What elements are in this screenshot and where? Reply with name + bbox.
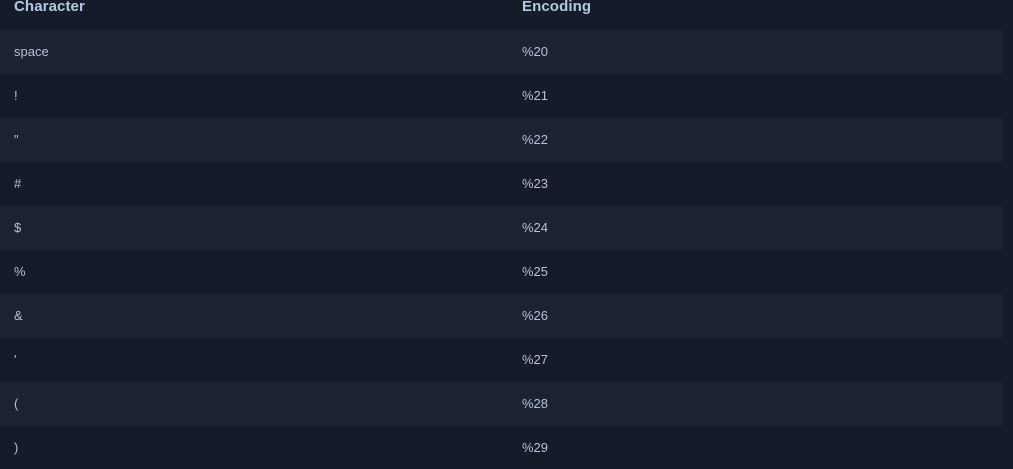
encoding-cell: %27 — [522, 352, 549, 367]
encoding-cell: %21 — [522, 88, 549, 103]
encoding-table: Character Encoding space %20 ! %21 " %22… — [0, 0, 1003, 469]
character-cell: ) — [14, 440, 19, 455]
character-cell: $ — [14, 220, 22, 235]
encoding-cell: %24 — [522, 220, 549, 235]
encoding-cell: %28 — [522, 396, 549, 411]
character-cell: ( — [14, 396, 19, 411]
table-row: % %25 — [0, 250, 1003, 294]
encoding-cell: %22 — [522, 132, 549, 147]
character-cell: & — [14, 308, 23, 323]
character-cell: " — [14, 132, 19, 147]
table-row: ) %29 — [0, 426, 1003, 469]
table-row: ( %28 — [0, 382, 1003, 426]
encoding-cell: %25 — [522, 264, 549, 279]
encoding-cell: %29 — [522, 440, 549, 455]
encoding-cell: %26 — [522, 308, 549, 323]
table-row: ' %27 — [0, 338, 1003, 382]
table-row: " %22 — [0, 118, 1003, 162]
table-row: $ %24 — [0, 206, 1003, 250]
encoding-cell: %23 — [522, 176, 549, 191]
character-cell: ! — [14, 88, 18, 103]
table-header: Character Encoding — [0, 0, 1003, 26]
character-cell: # — [14, 176, 22, 191]
table-row: & %26 — [0, 294, 1003, 338]
table-body: space %20 ! %21 " %22 # %23 $ %24 % %25 … — [0, 30, 1003, 469]
character-cell: % — [14, 264, 26, 279]
table-row: ! %21 — [0, 74, 1003, 118]
column-header-encoding: Encoding — [522, 0, 592, 15]
encoding-cell: %20 — [522, 44, 549, 59]
column-header-character: Character — [14, 0, 85, 15]
character-cell: space — [14, 44, 49, 59]
table-row: # %23 — [0, 162, 1003, 206]
table-row: space %20 — [0, 30, 1003, 74]
character-cell: ' — [14, 352, 17, 367]
